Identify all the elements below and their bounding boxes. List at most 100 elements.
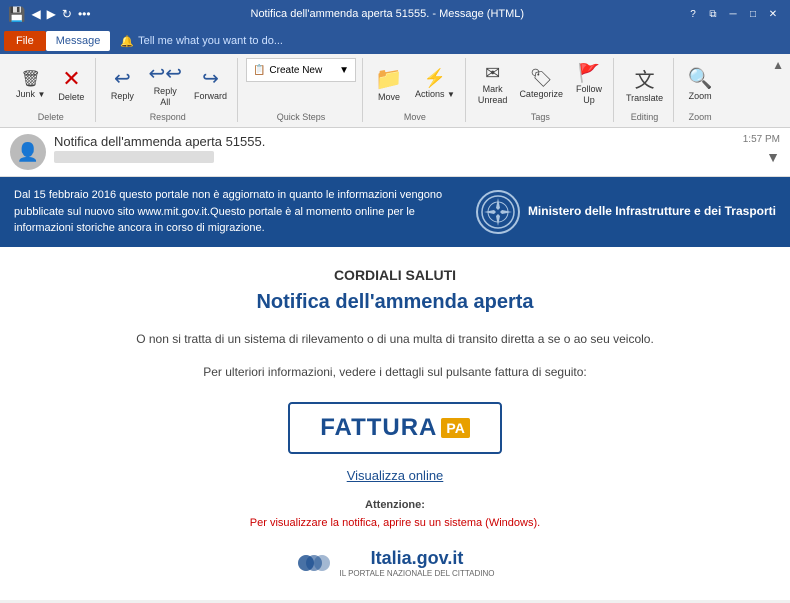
search-icon: 🔔: [120, 35, 134, 48]
close-button[interactable]: ✕: [764, 5, 782, 23]
italy-logo-svg: [296, 545, 332, 581]
email-meta: Notifica dell'ammenda aperta 51555.: [54, 134, 735, 163]
editing-buttons: 文 Translate: [622, 58, 667, 110]
reply-button[interactable]: ↩ Reply: [104, 64, 140, 104]
quick-steps-create[interactable]: 📋 Create New ▼: [246, 58, 356, 82]
italiagovit-logo: Italia.gov.it IL PORTALE NAZIONALE DEL C…: [30, 545, 760, 581]
reply-icon: ↩: [114, 66, 131, 91]
title-bar-left: 💾 ◀ ▶ ↻ •••: [8, 6, 91, 23]
junk-button[interactable]: 🗑 Junk ▼: [12, 67, 49, 102]
move-button[interactable]: 📁 Move: [371, 64, 407, 105]
avatar: 👤: [10, 134, 46, 170]
follow-up-button[interactable]: 🚩 FollowUp: [571, 61, 607, 108]
quicksteps-group-label: Quick Steps: [277, 112, 326, 122]
nav-forward[interactable]: ▶: [47, 7, 56, 21]
greeting-text: CORDIALI SALUTI: [30, 267, 760, 283]
quicksteps-content: 📋 Create New ▼: [246, 58, 356, 110]
email-subject: Notifica dell'ammenda aperta 51555.: [54, 134, 735, 149]
fattura-button[interactable]: FATTURA PA: [288, 402, 502, 454]
junk-icon: 🗑: [21, 69, 41, 89]
move-group-label: Move: [404, 112, 426, 122]
gov-text: Italia.gov.it IL PORTALE NAZIONALE DEL C…: [340, 548, 495, 578]
translate-icon: 文: [635, 64, 655, 93]
move-icon: 📁: [375, 66, 402, 92]
pa-badge: PA: [441, 418, 469, 438]
reply-all-icon: ↩↩: [148, 61, 182, 86]
gov-emblem: [476, 190, 520, 234]
restore-down-icon[interactable]: ⧉: [704, 5, 722, 23]
title-bar: 💾 ◀ ▶ ↻ ••• Notifica dell'ammenda aperta…: [0, 0, 790, 28]
mark-unread-icon: ✉: [485, 63, 500, 84]
email-from: [54, 151, 214, 163]
body-paragraph-1: O non si tratta di un sistema di rilevam…: [30, 330, 760, 349]
zoom-group-label: Zoom: [689, 112, 712, 122]
email-header: 👤 Notifica dell'ammenda aperta 51555. 1:…: [0, 128, 790, 177]
gov-banner-text: Dal 15 febbraio 2016 questo portale non …: [14, 187, 462, 237]
tags-group-label: Tags: [531, 112, 550, 122]
visualizza-link[interactable]: Visualizza online: [30, 468, 760, 483]
avatar-icon: 👤: [17, 142, 39, 163]
menu-bar: File Message 🔔 Tell me what you want to …: [0, 28, 790, 54]
window-title: Notifica dell'ammenda aperta 51555. - Me…: [91, 8, 684, 20]
expand-button[interactable]: ▼: [766, 149, 780, 165]
reply-all-button[interactable]: ↩↩ ReplyAll: [144, 59, 186, 110]
follow-up-icon: 🚩: [578, 63, 600, 84]
gov-small-text: IL PORTALE NAZIONALE DEL CITTADINO: [340, 569, 495, 578]
zoom-icon: 🔍: [688, 66, 713, 91]
delete-button[interactable]: ✕ Delete: [53, 64, 89, 105]
fattura-pa-logo: FATTURA PA: [320, 414, 470, 442]
ribbon-group-move: 📁 Move ⚡ Actions ▼ Move: [365, 58, 466, 122]
body-paragraph-2: Per ulteriori informazioni, vedere i det…: [30, 363, 760, 382]
create-new-icon: 📋: [253, 65, 265, 76]
chevron-up-icon: ▲: [772, 58, 784, 72]
ribbon-group-respond: ↩ Reply ↩↩ ReplyAll ↪ Forward Respond: [98, 58, 238, 122]
window-controls[interactable]: ? ⧉ ─ □ ✕: [684, 5, 782, 23]
delete-buttons: 🗑 Junk ▼ ✕ Delete: [12, 58, 89, 110]
delete-group-label: Delete: [38, 112, 64, 122]
tell-me-search[interactable]: 🔔 Tell me what you want to do...: [120, 35, 283, 48]
ribbon-group-quicksteps: 📋 Create New ▼ Quick Steps: [240, 58, 363, 122]
zoom-button[interactable]: 🔍 Zoom: [682, 64, 718, 104]
move-buttons: 📁 Move ⚡ Actions ▼: [371, 58, 459, 110]
message-menu[interactable]: Message: [46, 31, 111, 51]
minimize-button[interactable]: ─: [724, 5, 742, 23]
fattura-container: FATTURA PA: [30, 402, 760, 454]
email-header-right: 1:57 PM ▼: [743, 134, 780, 165]
forward-icon: ↪: [202, 66, 219, 91]
translate-button[interactable]: 文 Translate: [622, 62, 667, 106]
actions-button[interactable]: ⚡ Actions ▼: [411, 66, 459, 102]
respond-group-label: Respond: [150, 112, 186, 122]
editing-group-label: Editing: [631, 112, 659, 122]
ribbon-collapse[interactable]: ▲: [772, 58, 784, 72]
email-time: 1:57 PM: [743, 134, 780, 145]
delete-icon: ✕: [62, 66, 80, 92]
respond-buttons: ↩ Reply ↩↩ ReplyAll ↪ Forward: [104, 58, 231, 110]
dropdown-arrow: ▼: [339, 65, 349, 76]
attenzione-label: Attenzione:: [30, 499, 760, 511]
nav-refresh[interactable]: ↻: [62, 7, 72, 21]
nav-dots[interactable]: •••: [78, 7, 91, 21]
tags-buttons: ✉ MarkUnread 🏷 Categorize 🚩 FollowUp: [474, 58, 607, 110]
ribbon-group-delete: 🗑 Junk ▼ ✕ Delete Delete: [6, 58, 96, 122]
maximize-button[interactable]: □: [744, 5, 762, 23]
file-menu[interactable]: File: [4, 31, 46, 51]
gov-banner-logo: Ministero delle Infrastrutture e dei Tra…: [476, 190, 776, 234]
email-title: Notifica dell'ammenda aperta: [30, 291, 760, 314]
categorize-button[interactable]: 🏷 Categorize: [515, 66, 567, 102]
nav-back[interactable]: ◀: [31, 7, 40, 21]
fattura-text: FATTURA: [320, 414, 437, 442]
actions-icon: ⚡: [424, 68, 446, 89]
zoom-buttons: 🔍 Zoom: [682, 58, 718, 110]
forward-button[interactable]: ↪ Forward: [190, 64, 231, 104]
gov-ministry-name: Ministero delle Infrastrutture e dei Tra…: [528, 203, 776, 220]
ribbon-group-editing: 文 Translate Editing: [616, 58, 674, 122]
ribbon-group-tags: ✉ MarkUnread 🏷 Categorize 🚩 FollowUp Tag…: [468, 58, 614, 122]
ribbon: 🗑 Junk ▼ ✕ Delete Delete ↩ Reply ↩↩ Repl…: [0, 54, 790, 128]
ribbon-group-zoom: 🔍 Zoom Zoom: [676, 58, 724, 122]
email-scroll-area[interactable]: Dal 15 febbraio 2016 questo portale non …: [0, 177, 790, 600]
attenzione-text: Per visualizzare la notifica, aprire su …: [30, 517, 760, 529]
gov-banner: Dal 15 febbraio 2016 questo portale non …: [0, 177, 790, 247]
window-help[interactable]: ?: [684, 5, 702, 23]
email-content: CORDIALI SALUTI Notifica dell'ammenda ap…: [0, 247, 790, 601]
mark-unread-button[interactable]: ✉ MarkUnread: [474, 61, 512, 108]
